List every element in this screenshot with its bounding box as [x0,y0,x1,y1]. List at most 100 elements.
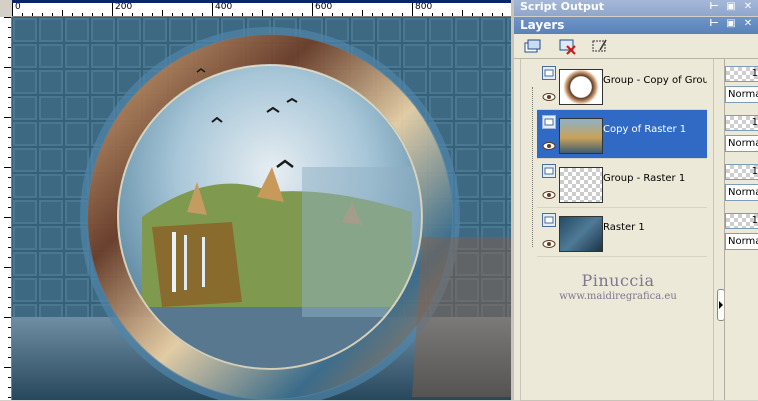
ruler-tick [8,297,11,298]
layers-titlebar[interactable]: Layers ⊢ ▣ ✕ [514,17,758,34]
ruler-tick [62,10,63,16]
blend-mode-select[interactable]: Normal [725,135,758,152]
ruler-tick [412,3,413,16]
ruler-tick [462,10,463,16]
ruler-tick [422,13,423,16]
layer-toggle-icon[interactable] [542,213,556,227]
ruler-tick [452,13,453,16]
ruler-tick [8,377,11,378]
ruler-tick [132,13,133,16]
ruler-tick [8,237,11,238]
ruler-tick [8,357,11,358]
ruler-tick [8,327,11,328]
ruler-label: 200 [115,3,133,12]
ruler-tick [492,13,493,16]
restore-icon[interactable]: ▣ [725,18,737,30]
close-icon[interactable]: ✕ [742,1,754,13]
eye-icon[interactable] [542,90,556,104]
ruler-tick [8,187,11,188]
ruler-tick [52,13,53,16]
ruler-tick [502,13,503,16]
canvas-area[interactable]: 0 200 400 600 800 [0,0,514,400]
ruler-tick [8,387,11,388]
ruler-tick [182,13,183,16]
layer-row[interactable]: Group - Copy of Group - [537,61,707,109]
layer-row[interactable]: Group - Raster 1 [537,159,707,207]
layer-toggle-icon[interactable] [542,164,556,178]
layer-row[interactable]: Raster 1 [537,208,707,256]
layer-toggle-icon[interactable] [542,115,556,129]
blend-mode-select[interactable]: Normal [725,233,758,250]
ruler-tick [92,13,93,16]
ruler-tick [332,13,333,16]
ruler-tick [232,13,233,16]
ruler-tick [4,367,11,368]
artwork-image[interactable] [12,17,511,400]
pin-icon[interactable]: ⊢ [708,1,720,13]
ruler-tick [112,3,113,16]
ruler-tick [382,13,383,16]
layer-thumbnail [559,216,603,252]
ruler-tick [4,317,11,318]
layer-list: Group - Copy of Group - Copy of Raster 1 [520,59,714,401]
ruler-tick [8,397,11,398]
delete-layer-icon[interactable] [558,37,578,55]
layers-title: Layers [520,18,565,32]
eye-icon[interactable] [542,237,556,251]
eye-icon[interactable] [542,139,556,153]
opacity-field[interactable]: 1 [725,213,758,229]
ruler-tick [8,277,11,278]
layer-props: 1 Normal [725,115,758,152]
layers-panel: Group - Copy of Group - Copy of Raster 1 [514,59,758,401]
opacity-field[interactable]: 1 [725,164,758,180]
ruler-tick [8,97,11,98]
layer-row-selected[interactable]: Copy of Raster 1 [537,110,707,158]
layer-thumbnail [559,167,603,203]
opacity-value: 1 [751,68,758,79]
ruler-tick [8,77,11,78]
ruler-tick [4,67,11,68]
opacity-value: 1 [751,117,758,128]
layer-toggle-icon[interactable] [542,66,556,80]
opacity-value: 1 [751,166,758,177]
opacity-field[interactable]: 1 [725,115,758,131]
ruler-tick [4,117,11,118]
ruler-tick [8,107,11,108]
ruler-tick [272,13,273,16]
blend-mode-select[interactable]: Normal [725,184,758,201]
artwork-svg [12,17,511,400]
eye-icon[interactable] [542,188,556,202]
ruler-tick [8,257,11,258]
layer-properties-column: 1 Normal 1 Normal 1 Normal 1 Normal [724,59,758,400]
watermark: Pinuccia www.maidiregrafica.eu [533,271,703,302]
row-divider [537,256,707,257]
layer-thumbnail [559,69,603,105]
ruler-tick [162,10,163,16]
ruler-tick [372,13,373,16]
opacity-field[interactable]: 1 [725,66,758,82]
ruler-tick [12,3,13,16]
restore-icon[interactable]: ▣ [725,1,737,13]
script-output-titlebar[interactable]: Script Output ⊢ ▣ ✕ [514,0,758,16]
layers-toolbar [514,34,758,59]
layer-mask-icon[interactable] [590,37,610,55]
new-layer-icon[interactable] [522,37,542,55]
ruler-tick [292,13,293,16]
ruler-tick [252,13,253,16]
ruler-tick [8,57,11,58]
layer-name: Group - Raster 1 [603,173,686,184]
panel-splitter[interactable] [717,59,725,400]
vertical-ruler [0,17,12,400]
ruler-tick [8,157,11,158]
ruler-tick [352,13,353,16]
ruler-tick [4,17,11,18]
ruler-tick [432,13,433,16]
watermark-site: www.maidiregrafica.eu [559,291,677,302]
ruler-tick [262,10,263,16]
blend-mode-select[interactable]: Normal [725,86,758,103]
layer-props: 1 Normal [725,164,758,201]
close-icon[interactable]: ✕ [742,18,754,30]
ruler-tick [4,217,11,218]
pin-icon[interactable]: ⊢ [708,18,720,30]
ruler-tick [8,197,11,198]
